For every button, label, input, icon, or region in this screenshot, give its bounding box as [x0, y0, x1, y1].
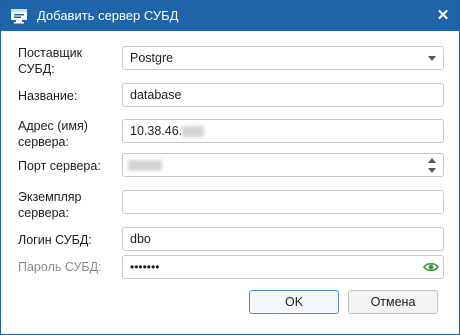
server-window-icon	[11, 9, 27, 24]
password-value: •••••••	[130, 260, 160, 274]
provider-value: Postgre	[130, 51, 174, 65]
title-bar[interactable]: Добавить сервер СУБД ✕	[1, 1, 459, 31]
login-label: Логин СУБД:	[18, 233, 92, 247]
spin-down-icon[interactable]	[428, 168, 436, 173]
close-icon: ✕	[436, 7, 450, 24]
provider-select[interactable]: Postgre	[122, 46, 444, 70]
eye-icon[interactable]	[423, 260, 439, 274]
provider-label: Поставщик СУБД:	[18, 46, 83, 76]
address-value: 10.38.46.	[130, 124, 183, 138]
instance-label: Экземпляр сервера:	[18, 190, 82, 220]
port-label: Порт сервера:	[18, 159, 101, 173]
redacted-block	[182, 126, 205, 138]
port-stepper[interactable]	[122, 153, 444, 177]
instance-input[interactable]	[122, 190, 444, 214]
address-label: Адрес (имя) сервера:	[18, 119, 88, 149]
chevron-down-icon[interactable]	[428, 56, 436, 61]
password-label: Пароль СУБД:	[18, 260, 102, 274]
name-value: database	[130, 88, 182, 102]
name-input[interactable]: database	[122, 83, 444, 107]
address-input[interactable]: 10.38.46.	[122, 119, 444, 143]
add-dbms-server-dialog: Добавить сервер СУБД ✕ Поставщик СУБД: P…	[0, 0, 460, 335]
name-label: Название:	[18, 89, 78, 103]
password-input[interactable]: •••••••	[122, 255, 444, 279]
close-button[interactable]: ✕	[433, 6, 453, 26]
dialog-title: Добавить сервер СУБД	[37, 8, 179, 23]
login-input[interactable]: dbo	[122, 227, 444, 251]
redacted-block	[128, 160, 162, 172]
login-value: dbo	[130, 232, 151, 246]
cancel-button[interactable]: Отмена	[348, 290, 438, 314]
spin-up-icon[interactable]	[428, 158, 436, 163]
ok-button[interactable]: OK	[249, 290, 339, 314]
